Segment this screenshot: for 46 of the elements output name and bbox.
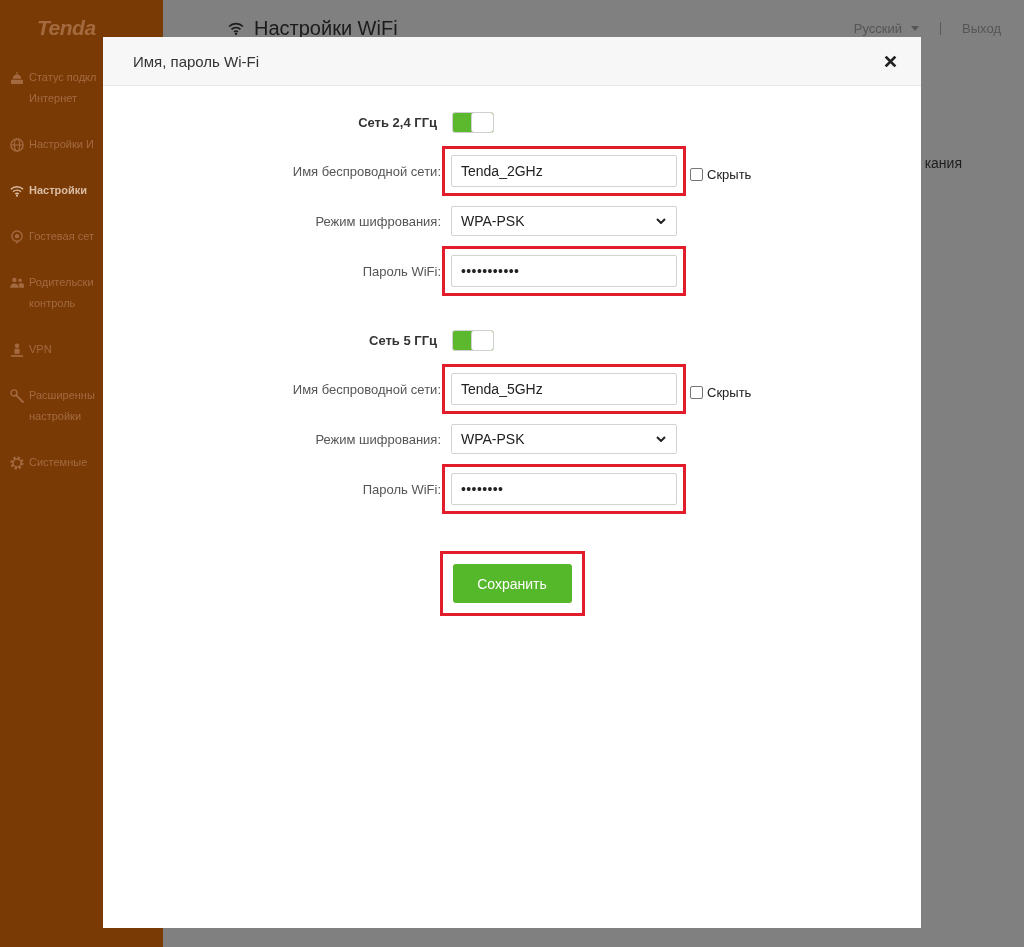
wrench-icon — [10, 388, 24, 403]
section-title: Сеть 2,4 ГГц — [358, 115, 437, 130]
toggle-switch[interactable] — [452, 330, 494, 351]
people-icon — [10, 277, 24, 288]
text-field[interactable]: Tenda_5GHz — [451, 373, 677, 405]
field-label: Режим шифрования: — [315, 431, 441, 447]
globe-icon — [10, 137, 24, 152]
checkbox[interactable] — [690, 167, 703, 181]
checkbox[interactable] — [690, 385, 703, 399]
pin-icon — [11, 229, 23, 244]
sidebar-item[interactable]: VPN — [10, 339, 52, 360]
sidebar-item[interactable]: Статус подкл Интернет — [10, 67, 97, 109]
field-label: Имя беспроводной сети: — [292, 163, 441, 179]
sidebar-item[interactable]: Настройки И — [10, 134, 94, 155]
page-title: Настройки WiFi — [254, 17, 398, 40]
sidebar-item[interactable]: Системные — [10, 452, 88, 473]
bell-icon — [10, 71, 24, 84]
toggle-switch[interactable] — [452, 112, 494, 133]
password-field[interactable]: •••••••• — [451, 473, 677, 505]
logo: Tenda — [37, 17, 96, 39]
wifi-icon — [10, 184, 24, 197]
gear-icon — [10, 455, 24, 470]
save-button[interactable]: Сохранить — [452, 564, 572, 603]
text-field[interactable]: Tenda_2GHz — [451, 155, 677, 187]
sidebar-item[interactable]: Гостевая сет — [10, 226, 94, 247]
caret-icon — [911, 26, 920, 31]
chevron-down-icon — [656, 218, 666, 224]
chevron-down-icon — [656, 436, 666, 442]
page-text: кания — [924, 154, 962, 172]
person-icon — [11, 342, 23, 357]
password-field[interactable]: ••••••••••• — [451, 255, 677, 287]
wifi-icon — [228, 22, 244, 35]
sidebar-item[interactable]: Настройки — [10, 180, 88, 201]
sidebar-item[interactable]: Расширенны настройки — [10, 385, 95, 427]
dropdown[interactable]: WPA-PSK — [451, 206, 677, 236]
section-title: Сеть 5 ГГц — [369, 333, 437, 348]
field-label: Пароль WiFi: — [362, 263, 441, 279]
dropdown[interactable]: WPA-PSK — [451, 424, 677, 454]
checkbox-label: Скрыть — [707, 166, 752, 182]
field-label: Имя беспроводной сети: — [292, 381, 441, 397]
dialog-title: Имя, пароль Wi-Fi — [133, 52, 260, 70]
checkbox-label: Скрыть — [707, 384, 752, 400]
sidebar-item[interactable]: Родительски контроль — [10, 272, 94, 314]
close-icon — [883, 54, 897, 68]
field-label: Пароль WiFi: — [362, 481, 441, 497]
field-label: Режим шифрования: — [315, 213, 441, 229]
